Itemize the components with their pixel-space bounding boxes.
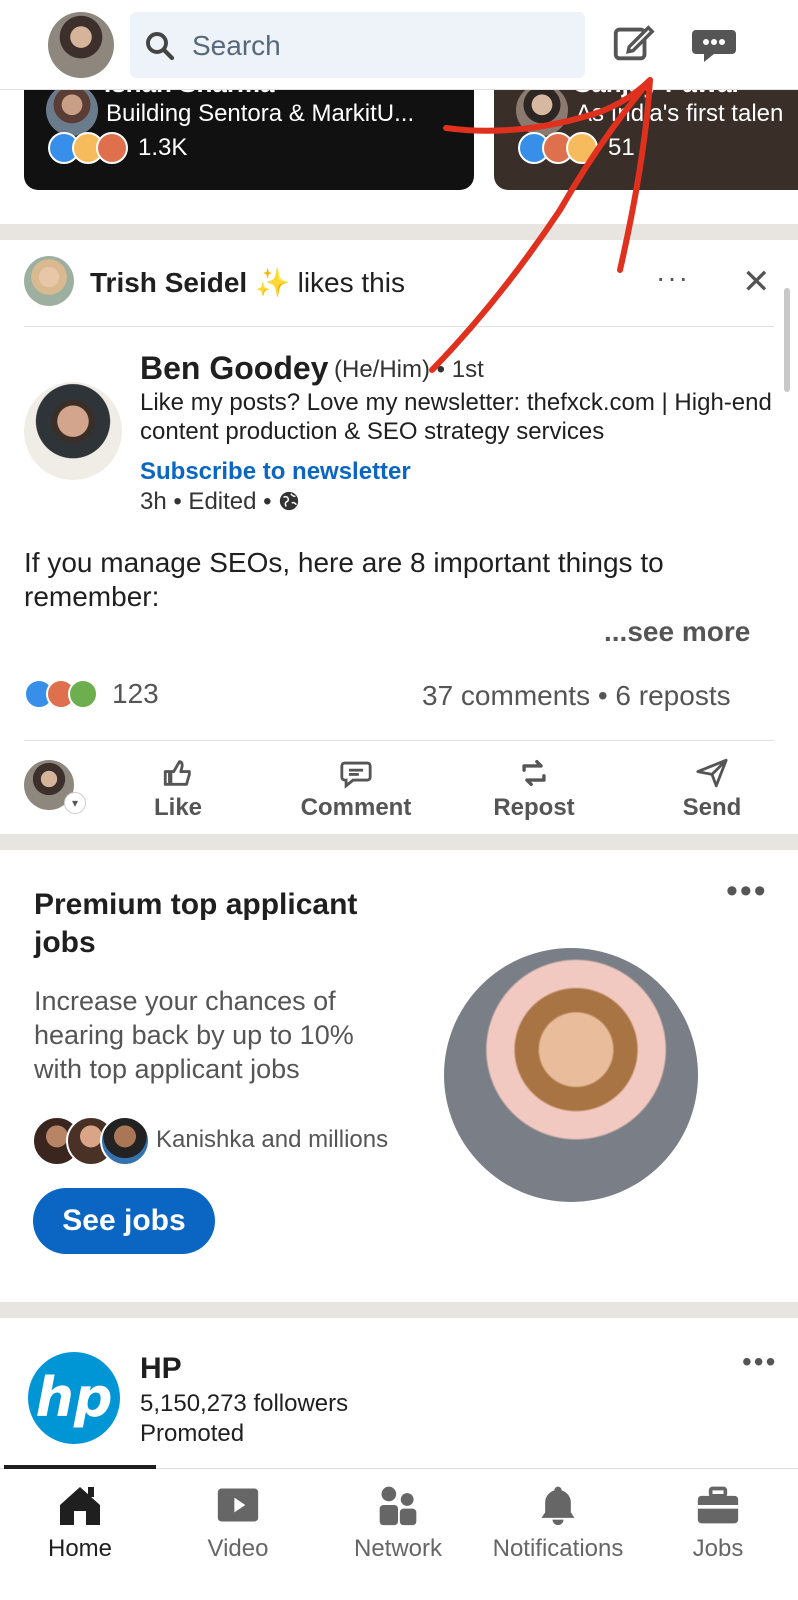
video-icon [217,1488,259,1522]
send-button[interactable]: Send [642,756,782,822]
story-avatar [516,90,568,136]
tab-jobs[interactable]: Jobs [640,1483,796,1563]
tab-notifications[interactable]: Notifications [480,1483,636,1563]
story-headline: As India's first talen [576,100,784,127]
facepile [32,1116,150,1166]
story-name: Ishan Sharma [104,90,275,99]
story-reaction-count: 51 [608,134,635,161]
active-tab-indicator [4,1465,156,1469]
story-card[interactable]: Ishan Sharma Building Sentora & MarkitU.… [24,90,474,190]
search-input[interactable]: Search [130,12,585,78]
globe-icon [280,491,299,511]
tab-video-label: Video [207,1535,269,1562]
author-avatar[interactable] [24,382,122,480]
story-reactions: 51 [518,132,635,164]
see-more-link[interactable]: ...see more [604,616,750,648]
story-cards: Ishan Sharma Building Sentora & MarkitU.… [0,90,798,202]
comment-icon [340,761,372,789]
company-followers: 5,150,273 followers [140,1390,349,1417]
compose-icon[interactable] [610,20,656,66]
premium-photo [444,948,698,1202]
briefcase-icon [697,1486,739,1524]
bottom-nav: Home Video Network Notifications Jobs [0,1465,798,1600]
repost-label: Repost [493,794,575,821]
feed-separator [0,1302,798,1318]
reaction-summary[interactable]: 123 [24,678,159,710]
send-icon [696,758,728,788]
bell-icon [541,1486,575,1526]
insightful-reaction-icon [566,132,598,164]
feed-separator [0,834,798,850]
like-button[interactable]: Like [108,756,248,822]
story-reaction-count: 1.3K [138,134,188,161]
repost-icon [522,759,546,787]
tab-network-label: Network [353,1535,443,1562]
story-headline: Building Sentora & MarkitU... [106,100,415,127]
comment-button[interactable]: Comment [286,756,426,822]
hp-logo[interactable]: hp [28,1352,120,1444]
facepile-avatar [100,1116,150,1166]
promoted-label: Promoted [140,1420,245,1447]
tab-home-label: Home [47,1535,113,1562]
thumbs-up-icon [163,760,191,786]
social-proof-text: Kanishka and millions [156,1126,389,1153]
story-name: Sanjay Pawar [574,90,742,99]
promoted-more-button[interactable]: ••• [742,1346,777,1378]
post-time: 3h • Edited • [140,488,272,515]
divider [24,740,774,741]
network-icon [379,1486,417,1526]
messaging-icon[interactable] [690,22,738,66]
like-label: Like [153,794,203,821]
celebrate-reaction-icon [68,679,98,709]
author-meta: (He/Him) • 1st [334,356,484,384]
post-more-button[interactable]: ··· [656,262,690,294]
top-bar: Search [0,0,798,90]
sparkle-icon: ✨ [254,267,290,298]
company-name[interactable]: HP [140,1352,182,1386]
comments-reposts-count[interactable]: 37 comments • 6 reposts [422,680,731,712]
post-body: If you manage SEOs, here are 8 important… [24,547,664,612]
see-jobs-button[interactable]: See jobs [33,1188,215,1254]
divider [24,326,774,327]
context-user-name[interactable]: Trish Seidel [90,267,247,298]
story-card[interactable]: Sanjay Pawar As India's first talen 51 [494,90,798,190]
chevron-down-icon[interactable]: ▾ [64,792,86,814]
repost-button[interactable]: Repost [464,756,604,822]
tab-home[interactable]: Home [2,1483,158,1563]
profile-avatar[interactable] [48,12,114,78]
post-actions: ▾ Like Comment Repost Send [0,742,798,834]
story-reactions: 1.3K [48,132,187,164]
connection-degree: • 1st [436,356,484,383]
tab-video[interactable]: Video [160,1483,316,1563]
author-pronouns: (He/Him) [334,356,430,383]
home-icon [60,1487,100,1525]
search-icon [146,32,175,61]
tab-notifications-label: Notifications [492,1535,624,1562]
search-placeholder: Search [192,30,281,61]
love-reaction-icon [96,132,128,164]
premium-more-button[interactable]: ••• [726,872,768,911]
context-action: likes this [297,267,405,298]
tab-jobs-label: Jobs [692,1535,744,1562]
author-name[interactable]: Ben Goodey [140,350,328,387]
feed-separator [0,224,798,240]
premium-description: Increase your chances of hearing back by… [34,986,354,1084]
scrollbar[interactable] [784,288,790,392]
send-label: Send [682,794,742,821]
subscribe-newsletter-link[interactable]: Subscribe to newsletter [140,458,411,486]
story-avatar [46,90,98,136]
social-context: Trish Seidel ✨ likes this [90,266,405,299]
post-timestamp: 3h • Edited • [140,488,300,516]
comment-label: Comment [300,794,412,821]
context-user-avatar[interactable] [24,256,74,306]
close-icon[interactable]: ✕ [742,262,771,302]
author-headline: Like my posts? Love my newsletter: thefx… [140,389,772,445]
tab-network[interactable]: Network [320,1483,476,1563]
reaction-count: 123 [112,678,159,709]
premium-title: Premium top applicant jobs [34,888,358,959]
